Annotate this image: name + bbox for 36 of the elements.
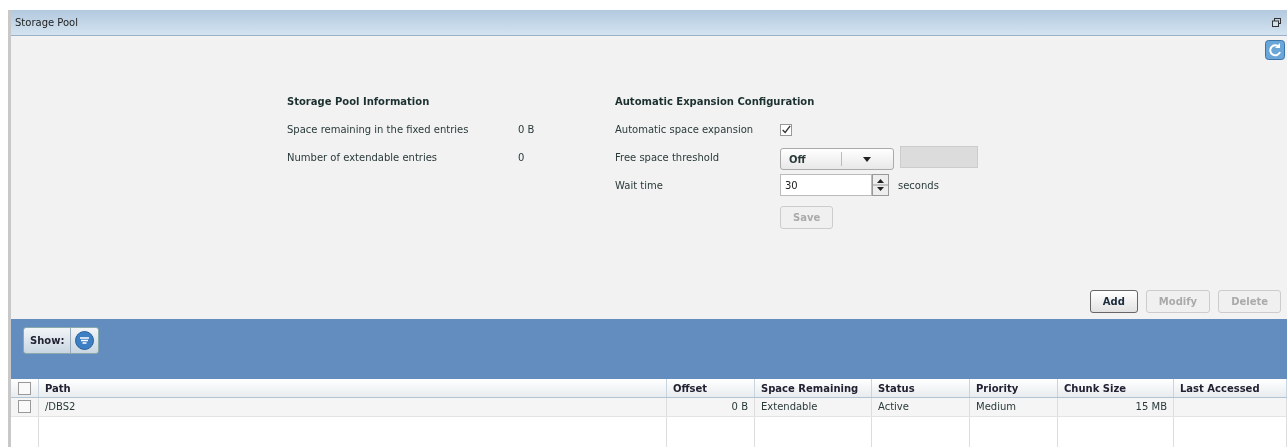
column-header[interactable]: Chunk Size: [1058, 379, 1174, 398]
table-cell: Extendable: [755, 398, 872, 416]
unit-label: seconds: [898, 180, 939, 193]
info-value: 0 B: [518, 124, 535, 137]
spinner-arrows-icon[interactable]: [872, 174, 889, 196]
restore-icon[interactable]: [1272, 18, 1281, 27]
column-header[interactable]: Status: [872, 379, 970, 398]
table-cell: /DBS2: [39, 398, 667, 416]
action-button[interactable]: Add: [1089, 290, 1138, 313]
section-heading: Storage Pool Information: [287, 96, 431, 109]
info-label: Number of extendable entries: [287, 152, 439, 165]
filter-icon: [75, 331, 95, 350]
wait-time-field[interactable]: 30: [780, 174, 872, 196]
table-cell: Medium: [970, 398, 1058, 416]
field-label: Free space threshold: [615, 152, 720, 165]
column-header[interactable]: Path: [39, 379, 667, 398]
info-value: 0: [518, 152, 525, 165]
column-header[interactable]: Last Accessed: [1174, 379, 1287, 398]
table-cell: Active: [872, 398, 970, 416]
section-heading: Automatic Expansion Configuration: [615, 96, 816, 109]
checkbox[interactable]: [18, 381, 31, 395]
checkbox[interactable]: [780, 124, 792, 136]
table-cell: 15 MB: [1058, 398, 1174, 416]
field-label: Wait time: [615, 180, 664, 193]
refresh-icon[interactable]: [1265, 40, 1285, 60]
show-filter-button[interactable]: Show:: [23, 327, 100, 354]
info-label: Space remaining in the fixed entries: [287, 124, 470, 137]
window-title: Storage Pool: [15, 17, 78, 28]
column-header[interactable]: Priority: [970, 379, 1058, 398]
field-label: Automatic space expansion: [615, 124, 755, 137]
threshold-dropdown[interactable]: Off: [780, 148, 894, 170]
column-header[interactable]: Space Remaining: [755, 379, 872, 398]
caret-icon: [863, 156, 872, 162]
checkbox[interactable]: [18, 400, 31, 414]
column-header[interactable]: Offset: [667, 379, 755, 398]
table-cell: 0 B: [667, 398, 755, 416]
